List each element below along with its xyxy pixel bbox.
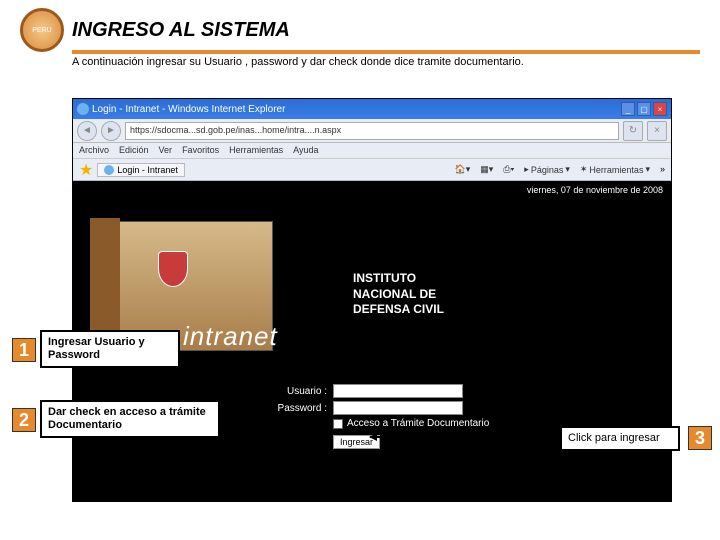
org-logo: PERU — [20, 8, 64, 52]
step-2-badge: 2 — [12, 408, 36, 432]
window-titlebar: Login - Intranet - Windows Internet Expl… — [73, 99, 671, 119]
window-title: Login - Intranet - Windows Internet Expl… — [92, 104, 285, 115]
menu-bar: Archivo Edición Ver Favoritos Herramient… — [73, 143, 671, 159]
tab-row: ★ Login - Intranet 🏠▾ ▦▾ ⎙▾ ▸ Páginas ▾ … — [73, 159, 671, 181]
password-input[interactable] — [333, 401, 463, 415]
chevron-icon[interactable]: » — [660, 164, 665, 175]
stop-button[interactable]: × — [647, 121, 667, 141]
usuario-input[interactable] — [333, 384, 463, 398]
tab-icon — [104, 165, 114, 175]
herramientas-menu[interactable]: ✶ Herramientas ▾ — [580, 164, 650, 175]
browser-tab[interactable]: Login - Intranet — [97, 163, 185, 177]
minimize-button[interactable]: _ — [621, 102, 635, 116]
feeds-button[interactable]: ▦▾ — [480, 164, 493, 175]
favorites-star-icon[interactable]: ★ — [79, 160, 93, 180]
paginas-menu[interactable]: ▸ Páginas ▾ — [524, 164, 570, 175]
page-date: viernes, 07 de noviembre de 2008 — [73, 181, 671, 199]
step-1-badge: 1 — [12, 338, 36, 362]
intranet-heading: intranet — [183, 321, 278, 352]
password-label: Password : — [253, 403, 333, 414]
page-title: INGRESO AL SISTEMA — [72, 19, 290, 42]
title-underline — [72, 50, 700, 54]
maximize-button[interactable]: ▢ — [637, 102, 651, 116]
shield-icon — [158, 251, 188, 287]
close-button[interactable]: × — [653, 102, 667, 116]
usuario-label: Usuario : — [253, 386, 333, 397]
step-2-callout: Dar check en acceso a trámite Documentar… — [40, 400, 220, 438]
step-3-callout: Click para ingresar — [560, 426, 680, 451]
ie-icon — [77, 103, 89, 115]
tab-label: Login - Intranet — [117, 165, 178, 175]
menu-edicion[interactable]: Edición — [119, 145, 149, 156]
forward-button[interactable]: ► — [101, 121, 121, 141]
arrow-step3 — [370, 436, 558, 438]
checkbox-label: Acceso a Trámite Documentario — [347, 418, 489, 429]
menu-ayuda[interactable]: Ayuda — [293, 145, 318, 156]
menu-ver[interactable]: Ver — [159, 145, 173, 156]
refresh-button[interactable]: ↻ — [623, 121, 643, 141]
menu-archivo[interactable]: Archivo — [79, 145, 109, 156]
address-bar-row: ◄ ► https://sdocma...sd.gob.pe/inas...ho… — [73, 119, 671, 143]
login-form: Usuario : Password : Acceso a Trámite Do… — [253, 381, 513, 450]
home-button[interactable]: 🏠▾ — [455, 164, 471, 175]
step-3-badge: 3 — [688, 426, 712, 450]
tramite-checkbox[interactable] — [333, 419, 343, 429]
url-field[interactable]: https://sdocma...sd.gob.pe/inas...home/i… — [125, 122, 619, 140]
menu-herramientas[interactable]: Herramientas — [229, 145, 283, 156]
print-button[interactable]: ⎙▾ — [503, 164, 514, 175]
subtitle-text: A continuación ingresar su Usuario , pas… — [72, 56, 700, 68]
menu-favoritos[interactable]: Favoritos — [182, 145, 219, 156]
back-button[interactable]: ◄ — [77, 121, 97, 141]
step-1-callout: Ingresar Usuario y Password — [40, 330, 180, 368]
arrow-step2 — [222, 420, 322, 422]
org-name: INSTITUTO NACIONAL DE DEFENSA CIVIL — [353, 271, 444, 318]
